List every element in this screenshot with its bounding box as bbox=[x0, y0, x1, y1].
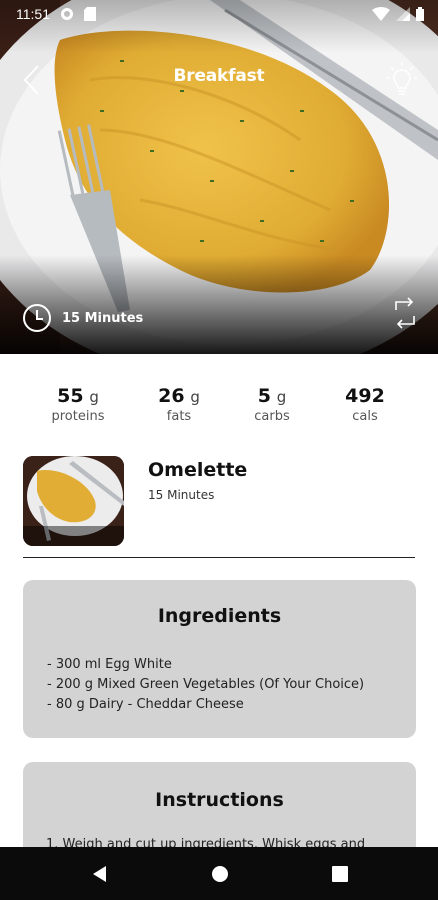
lightbulb-icon bbox=[387, 62, 417, 95]
macro-label: cals bbox=[352, 409, 378, 424]
macro-cals: 492 cals bbox=[315, 384, 415, 425]
recipe-time: 15 Minutes bbox=[148, 488, 215, 502]
ingredients-title: Ingredients bbox=[157, 605, 282, 627]
system-nav-bar bbox=[0, 847, 438, 900]
page-title: Breakfast bbox=[173, 66, 265, 86]
omelette-photo bbox=[0, 0, 438, 354]
macro-value: 26 bbox=[158, 385, 185, 407]
macros-summary: 55 g proteins 26 g fats 5 g carbs 492 ca… bbox=[0, 384, 438, 428]
recipe-thumbnail[interactable] bbox=[23, 456, 124, 546]
clock-icon bbox=[23, 304, 51, 332]
macro-unit: g bbox=[89, 388, 99, 406]
hero-image: Breakfast 15 Minutes bbox=[0, 0, 438, 354]
settings-icon bbox=[61, 8, 73, 20]
macro-unit: g bbox=[276, 388, 287, 406]
swap-icon bbox=[395, 297, 415, 329]
prep-time-label: 15 Minutes bbox=[62, 310, 144, 326]
nav-recents-button[interactable] bbox=[326, 861, 354, 887]
status-time: 11:51 bbox=[16, 6, 50, 22]
ingredient-item: - 200 g Mixed Green Vegetables (Of Your … bbox=[47, 677, 365, 692]
nav-back-icon bbox=[93, 866, 106, 882]
ingredients-card: Ingredients - 300 ml Egg White - 200 g M… bbox=[23, 580, 416, 738]
macro-carbs: 5 g carbs bbox=[222, 384, 322, 425]
ingredients-list: - 300 ml Egg White - 200 g Mixed Green V… bbox=[47, 655, 364, 715]
ingredient-item: - 80 g Dairy - Cheddar Cheese bbox=[47, 697, 244, 712]
omelette-thumbnail bbox=[23, 456, 124, 546]
ingredient-item: - 300 ml Egg White bbox=[47, 657, 172, 672]
status-bar: 11:51 bbox=[0, 0, 438, 28]
macro-value: 492 bbox=[345, 385, 385, 407]
sd-card-icon bbox=[84, 7, 96, 21]
prep-time: 15 Minutes bbox=[22, 303, 143, 333]
signal-icon bbox=[396, 7, 410, 21]
nav-back-button[interactable] bbox=[86, 861, 114, 887]
nav-home-icon bbox=[212, 866, 228, 882]
macro-label: carbs bbox=[254, 409, 290, 424]
macro-value: 55 bbox=[57, 385, 84, 407]
wifi-icon bbox=[372, 7, 390, 21]
instructions-title: Instructions bbox=[155, 789, 284, 811]
macro-label: proteins bbox=[51, 409, 105, 424]
swap-meal-button[interactable] bbox=[392, 296, 418, 330]
divider bbox=[23, 557, 415, 558]
macro-label: fats bbox=[166, 409, 192, 424]
macro-unit: g bbox=[190, 388, 200, 406]
battery-icon bbox=[416, 7, 424, 21]
nav-recents-icon bbox=[332, 866, 348, 882]
macro-fats: 26 g fats bbox=[129, 384, 229, 425]
tips-button[interactable] bbox=[386, 60, 418, 98]
macro-proteins: 55 g proteins bbox=[28, 384, 128, 425]
nav-home-button[interactable] bbox=[206, 861, 234, 887]
recipe-name: Omelette bbox=[148, 459, 248, 481]
macro-value: 5 bbox=[257, 385, 271, 407]
